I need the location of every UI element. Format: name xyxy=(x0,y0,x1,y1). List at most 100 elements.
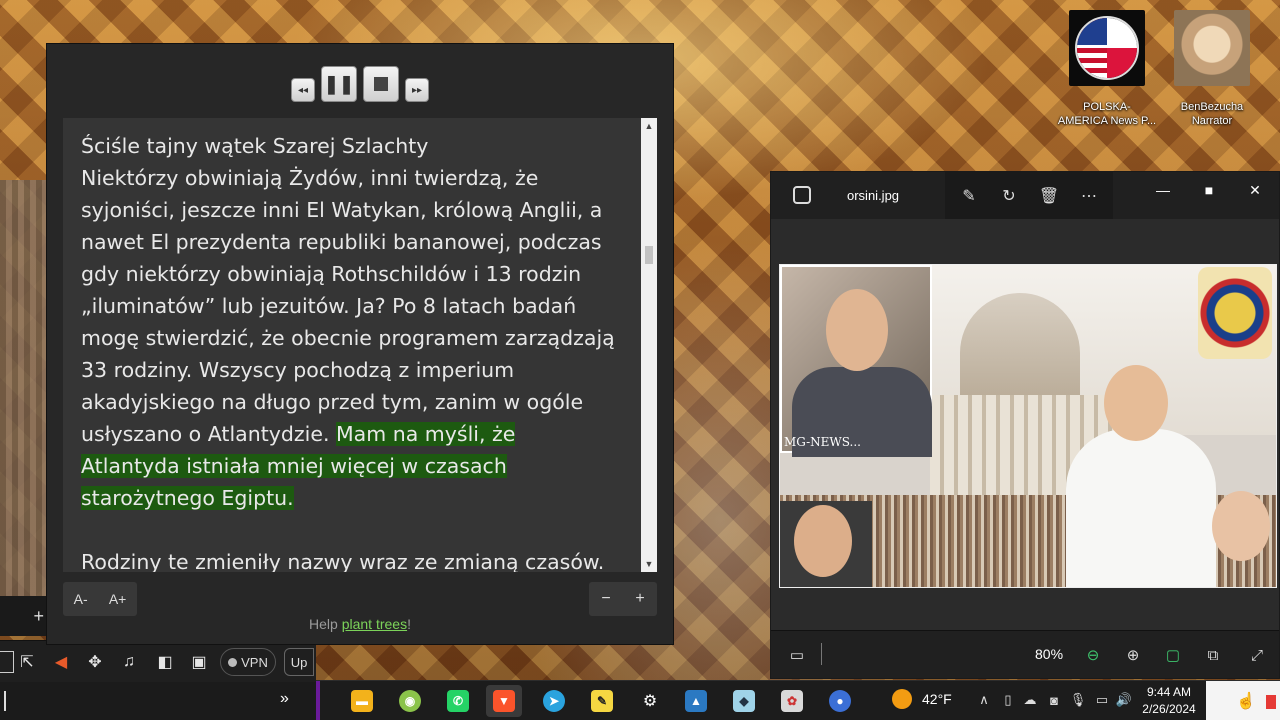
actual-size-icon[interactable]: ⧉ xyxy=(1203,645,1223,665)
tray-app-icon[interactable]: ▯ xyxy=(1000,691,1016,709)
reading-text: Ściśle tajny wątek Szarej Szlachty Niekt… xyxy=(63,118,657,572)
speed-controls: − + xyxy=(589,582,657,616)
tray-camera-icon[interactable]: ◙ xyxy=(1046,691,1062,709)
reading-text-area[interactable]: Ściśle tajny wątek Szarej Szlachty Niekt… xyxy=(63,118,657,572)
rewind-button[interactable]: ◂◂ xyxy=(291,78,315,102)
eraser-app-icon[interactable]: ◆ xyxy=(726,685,762,717)
decrease-button[interactable]: − xyxy=(601,590,610,608)
text-line: akadyjskiego na długo przed tym, zanim w… xyxy=(81,390,584,414)
weather-widget[interactable]: 42°F xyxy=(892,689,952,709)
text-line: usłyszano o Atlantydzie. Mam na myśli, ż… xyxy=(81,422,516,446)
viewer-toolbar: ✎ ↻ 🗑 ⋯ xyxy=(945,172,1113,219)
viewer-bottom-bar: ▭ 80% ⊖ ⊕ ▢ ⧉ ⤢ xyxy=(771,630,1279,678)
portrait-pope xyxy=(1066,365,1216,587)
browser-new-tab-strip: + xyxy=(0,596,46,636)
bookmarks-strip: » xyxy=(0,682,316,720)
whatsapp-icon[interactable]: ✆ xyxy=(440,685,476,717)
telegram-icon[interactable]: ➤ xyxy=(536,685,572,717)
desktop-icon-polska-america-news[interactable]: POLSKA- AMERICA News P... xyxy=(1057,10,1157,128)
increase-button[interactable]: + xyxy=(635,590,644,608)
scroll-up-arrow-icon[interactable]: ▲ xyxy=(641,118,657,134)
stop-button[interactable] xyxy=(363,66,399,102)
update-button[interactable]: Up xyxy=(284,648,314,676)
vpn-status-icon xyxy=(228,657,238,667)
system-clock[interactable]: 9:44 AM 2/26/2024 xyxy=(1134,684,1204,718)
minimize-icon[interactable]: — xyxy=(1153,180,1173,200)
increase-font-button[interactable]: A+ xyxy=(109,591,127,607)
show-desktop-area[interactable]: ☝ xyxy=(1206,681,1280,720)
desktop-icon-benbezucha-narrator[interactable]: BenBezucha Narrator xyxy=(1162,10,1262,128)
basilica-dome xyxy=(960,293,1080,403)
network-icon[interactable]: ▭ xyxy=(1094,691,1110,709)
extensions-icon[interactable]: ✥ xyxy=(84,651,106,673)
sun-icon xyxy=(892,689,912,709)
file-explorer-icon[interactable]: ▬ xyxy=(344,685,380,717)
zoom-in-icon[interactable]: ⊕ xyxy=(1123,645,1143,665)
filmstrip-icon[interactable]: ▭ xyxy=(787,645,807,665)
zoom-out-icon[interactable]: ⊖ xyxy=(1083,645,1103,665)
new-tab-button[interactable]: + xyxy=(33,606,44,627)
pause-button[interactable]: ❚❚ xyxy=(321,66,357,102)
show-hidden-icons-chevron-icon[interactable]: ∧ xyxy=(976,691,992,709)
browser-toolbar: ⇱ ◀ ✥ ♫ ◧ ▣ VPN Up xyxy=(0,640,316,682)
sidebar-icon[interactable]: ◧ xyxy=(154,651,176,673)
close-icon[interactable]: ✕ xyxy=(1245,180,1265,200)
monkey-avatar-thumbnail xyxy=(1174,10,1250,86)
text-line: syjoniści, jeszcze inni El Watykan, król… xyxy=(81,198,603,222)
viewer-title-bar: orsini.jpg ✎ ↻ 🗑 ⋯ — ■ ✕ xyxy=(771,172,1279,219)
bookmark-divider xyxy=(4,691,6,711)
polska-america-flag-thumbnail xyxy=(1069,10,1145,86)
text-line: Niektórzy obwiniają Żydów, inni twierdzą… xyxy=(81,166,539,190)
text-line: starożytnego Egiptu. xyxy=(81,482,623,514)
text-line: mogę stwierdzić, że obecnie programem za… xyxy=(81,326,615,350)
microphone-icon[interactable]: 🎙 xyxy=(1070,691,1087,709)
flag-circle-icon xyxy=(1075,16,1139,80)
plant-trees-link[interactable]: plant trees xyxy=(342,616,407,632)
forward-button[interactable]: ▸▸ xyxy=(405,78,429,102)
android-app-icon[interactable]: ◉ xyxy=(392,685,428,717)
help-footer: Help plant trees! xyxy=(309,616,411,632)
more-options-icon[interactable]: ⋯ xyxy=(1079,186,1099,206)
text-line: gdy niektórzy obwiniają Rothschildów i 1… xyxy=(81,262,582,286)
text-line: nawet El prezydenta republiki bananowej,… xyxy=(81,230,602,254)
vpn-button[interactable]: VPN xyxy=(220,648,276,676)
media-app-icon[interactable]: ● xyxy=(822,685,858,717)
maximize-icon[interactable]: ■ xyxy=(1199,180,1219,200)
volume-icon[interactable]: 🔊 xyxy=(1116,691,1132,709)
delete-icon[interactable]: 🗑 xyxy=(1039,186,1059,206)
image-canvas[interactable]: MG-NEWS... xyxy=(771,219,1279,631)
weather-temperature: 42°F xyxy=(922,691,952,707)
rotate-icon[interactable]: ↻ xyxy=(999,186,1019,206)
more-bookmarks-chevron-icon[interactable]: » xyxy=(280,690,289,708)
taskbar: ▬ ◉ ✆ ▼ ➤ ✎ ⚙ ▲ ◆ ✿ ● 42°F ∧ ▯ ☁ ◙ 🎙 ▭ 🔊… xyxy=(316,680,1280,720)
onedrive-icon[interactable]: ☁ xyxy=(1022,691,1038,709)
paint-app-icon[interactable]: ✿ xyxy=(774,685,810,717)
portrait-bald-man xyxy=(1206,491,1276,587)
share-icon[interactable]: ⇱ xyxy=(16,651,38,673)
wallet-icon[interactable]: ▣ xyxy=(188,651,210,673)
clock-date: 2/26/2024 xyxy=(1142,702,1196,716)
desktop-icon-caption: POLSKA- AMERICA News P... xyxy=(1057,101,1157,127)
fullscreen-icon[interactable]: ⤢ xyxy=(1247,645,1267,665)
photos-viewer-window: orsini.jpg ✎ ↻ 🗑 ⋯ — ■ ✕ MG-NEWS... ▭ 80… xyxy=(770,171,1280,679)
current-sentence-highlight: Mam na myśli, że xyxy=(335,422,516,446)
scroll-down-arrow-icon[interactable]: ▼ xyxy=(641,556,657,572)
text-line: Ściśle tajny wątek Szarej Szlachty xyxy=(81,134,429,158)
notes-app-icon[interactable]: ✎ xyxy=(584,685,620,717)
text-line: Rodziny te zmieniły nazwy wraz ze zmianą… xyxy=(81,550,605,572)
megaphone-icon[interactable]: ◀ xyxy=(50,651,72,673)
vertical-scrollbar[interactable]: ▲ ▼ xyxy=(641,118,657,572)
scrollbar-thumb[interactable] xyxy=(645,246,653,264)
settings-gear-icon[interactable]: ⚙ xyxy=(632,685,668,717)
edit-image-icon[interactable]: ✎ xyxy=(959,186,979,206)
fit-to-window-icon[interactable]: ▢ xyxy=(1163,645,1183,665)
window-edge-icon xyxy=(0,651,14,673)
current-sentence-highlight: Atlantyda istniała mniej więcej w czasac… xyxy=(81,454,507,478)
music-icon[interactable]: ♫ xyxy=(118,651,140,673)
decrease-font-button[interactable]: A- xyxy=(74,591,88,607)
portrait-man-glasses: MG-NEWS... xyxy=(780,265,932,457)
text-to-speech-reader-window: ◂◂ ❚❚ ▸▸ Ściśle tajny wątek Szarej Szlac… xyxy=(46,43,674,645)
zoom-level: 80% xyxy=(1035,646,1064,662)
photos-icon[interactable]: ▲ xyxy=(678,685,714,717)
brave-browser-icon[interactable]: ▼ xyxy=(486,685,522,717)
